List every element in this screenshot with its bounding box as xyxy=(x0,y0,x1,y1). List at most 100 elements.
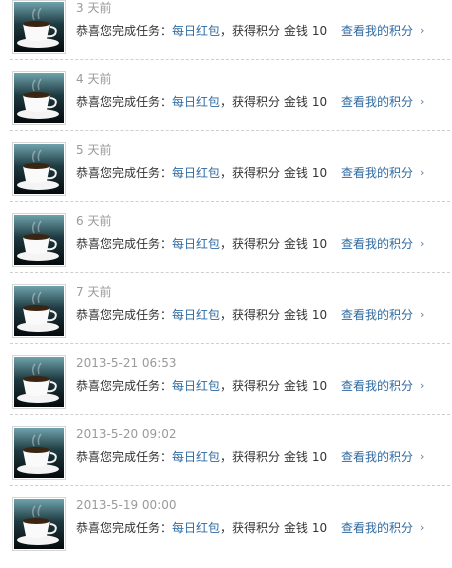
message-prefix: 恭喜您完成任务： xyxy=(76,450,173,464)
message-earned: 获得积分 xyxy=(232,521,281,535)
message-sep: ， xyxy=(220,166,233,180)
divider xyxy=(10,414,450,415)
coffee-cup-icon[interactable] xyxy=(12,355,66,409)
task-link[interactable]: 每日红包 xyxy=(172,450,220,464)
coin-value: 10 xyxy=(311,450,328,464)
divider xyxy=(10,485,450,486)
message-sep: ， xyxy=(220,24,233,38)
chevron-right-icon[interactable]: › xyxy=(420,166,424,180)
task-link[interactable]: 每日红包 xyxy=(172,308,220,322)
message-sep: ， xyxy=(220,95,233,109)
item-message: 恭喜您完成任务：每日红包，获得积分 金钱 10 xyxy=(76,378,327,394)
task-link[interactable]: 每日红包 xyxy=(172,379,220,393)
list-item: 2013-5-21 06:53 恭喜您完成任务：每日红包，获得积分 金钱 10 查… xyxy=(0,355,452,426)
task-link[interactable]: 每日红包 xyxy=(172,237,220,251)
view-points-link[interactable]: 查看我的积分 xyxy=(341,23,413,39)
task-link[interactable]: 每日红包 xyxy=(172,521,220,535)
chevron-right-icon[interactable]: › xyxy=(420,450,424,464)
list-item: 3 天前 恭喜您完成任务：每日红包，获得积分 金钱 10 查看我的积分 › xyxy=(0,0,452,71)
message-earned: 获得积分 xyxy=(232,379,281,393)
coin-label: 金钱 xyxy=(283,95,308,109)
coin-value: 10 xyxy=(311,24,328,38)
coin-label: 金钱 xyxy=(283,166,308,180)
list-item: 7 天前 恭喜您完成任务：每日红包，获得积分 金钱 10 查看我的积分 › xyxy=(0,284,452,355)
view-points-link[interactable]: 查看我的积分 xyxy=(341,94,413,110)
coffee-cup-icon[interactable] xyxy=(12,497,66,551)
divider xyxy=(10,59,450,60)
message-prefix: 恭喜您完成任务： xyxy=(76,237,173,251)
divider xyxy=(10,272,450,273)
list-item: 6 天前 恭喜您完成任务：每日红包，获得积分 金钱 10 查看我的积分 › xyxy=(0,213,452,284)
coin-label: 金钱 xyxy=(283,521,308,535)
list-item: 4 天前 恭喜您完成任务：每日红包，获得积分 金钱 10 查看我的积分 › xyxy=(0,71,452,142)
message-earned: 获得积分 xyxy=(232,308,281,322)
item-time: 4 天前 xyxy=(76,72,112,86)
divider xyxy=(10,343,450,344)
coffee-cup-icon[interactable] xyxy=(12,0,66,54)
message-sep: ， xyxy=(220,521,233,535)
item-message: 恭喜您完成任务：每日红包，获得积分 金钱 10 xyxy=(76,520,327,536)
coffee-cup-icon[interactable] xyxy=(12,71,66,125)
view-points-link[interactable]: 查看我的积分 xyxy=(341,236,413,252)
coin-value: 10 xyxy=(311,95,328,109)
view-points-link[interactable]: 查看我的积分 xyxy=(341,378,413,394)
message-prefix: 恭喜您完成任务： xyxy=(76,379,173,393)
divider xyxy=(10,201,450,202)
message-prefix: 恭喜您完成任务： xyxy=(76,308,173,322)
item-time: 5 天前 xyxy=(76,143,112,157)
task-link[interactable]: 每日红包 xyxy=(172,24,220,38)
list-item: 5 天前 恭喜您完成任务：每日红包，获得积分 金钱 10 查看我的积分 › xyxy=(0,142,452,213)
task-link[interactable]: 每日红包 xyxy=(172,166,220,180)
chevron-right-icon[interactable]: › xyxy=(420,24,424,38)
item-message: 恭喜您完成任务：每日红包，获得积分 金钱 10 xyxy=(76,307,327,323)
message-earned: 获得积分 xyxy=(232,24,281,38)
item-message: 恭喜您完成任务：每日红包，获得积分 金钱 10 xyxy=(76,449,327,465)
item-time: 2013-5-21 06:53 xyxy=(76,356,177,370)
message-prefix: 恭喜您完成任务： xyxy=(76,166,173,180)
message-earned: 获得积分 xyxy=(232,95,281,109)
coin-label: 金钱 xyxy=(283,24,308,38)
coin-value: 10 xyxy=(311,166,328,180)
coin-value: 10 xyxy=(311,379,328,393)
coffee-cup-icon[interactable] xyxy=(12,284,66,338)
view-points-link[interactable]: 查看我的积分 xyxy=(341,165,413,181)
chevron-right-icon[interactable]: › xyxy=(420,237,424,251)
view-points-link[interactable]: 查看我的积分 xyxy=(341,520,413,536)
list-item: 2013-5-20 09:02 恭喜您完成任务：每日红包，获得积分 金钱 10 查… xyxy=(0,426,452,497)
chevron-right-icon[interactable]: › xyxy=(420,521,424,535)
item-message: 恭喜您完成任务：每日红包，获得积分 金钱 10 xyxy=(76,23,327,39)
coffee-cup-icon[interactable] xyxy=(12,213,66,267)
view-points-link[interactable]: 查看我的积分 xyxy=(341,449,413,465)
view-points-link[interactable]: 查看我的积分 xyxy=(341,307,413,323)
message-sep: ， xyxy=(220,450,233,464)
coin-value: 10 xyxy=(311,308,328,322)
coffee-cup-icon[interactable] xyxy=(12,142,66,196)
coin-value: 10 xyxy=(311,237,328,251)
item-time: 7 天前 xyxy=(76,285,112,299)
coin-label: 金钱 xyxy=(283,450,308,464)
coin-label: 金钱 xyxy=(283,308,308,322)
notification-list: 3 天前 恭喜您完成任务：每日红包，获得积分 金钱 10 查看我的积分 › 4 … xyxy=(0,0,452,551)
message-earned: 获得积分 xyxy=(232,237,281,251)
message-earned: 获得积分 xyxy=(232,450,281,464)
item-message: 恭喜您完成任务：每日红包，获得积分 金钱 10 xyxy=(76,236,327,252)
divider xyxy=(10,130,450,131)
task-link[interactable]: 每日红包 xyxy=(172,95,220,109)
message-prefix: 恭喜您完成任务： xyxy=(76,24,173,38)
coin-label: 金钱 xyxy=(283,379,308,393)
item-time: 2013-5-19 00:00 xyxy=(76,498,177,512)
item-time: 3 天前 xyxy=(76,1,112,15)
message-prefix: 恭喜您完成任务： xyxy=(76,95,173,109)
coin-label: 金钱 xyxy=(283,237,308,251)
message-sep: ， xyxy=(220,237,233,251)
message-sep: ， xyxy=(220,379,233,393)
coin-value: 10 xyxy=(311,521,328,535)
coffee-cup-icon[interactable] xyxy=(12,426,66,480)
chevron-right-icon[interactable]: › xyxy=(420,308,424,322)
item-time: 2013-5-20 09:02 xyxy=(76,427,177,441)
item-message: 恭喜您完成任务：每日红包，获得积分 金钱 10 xyxy=(76,94,327,110)
chevron-right-icon[interactable]: › xyxy=(420,379,424,393)
message-sep: ， xyxy=(220,308,233,322)
item-time: 6 天前 xyxy=(76,214,112,228)
chevron-right-icon[interactable]: › xyxy=(420,95,424,109)
